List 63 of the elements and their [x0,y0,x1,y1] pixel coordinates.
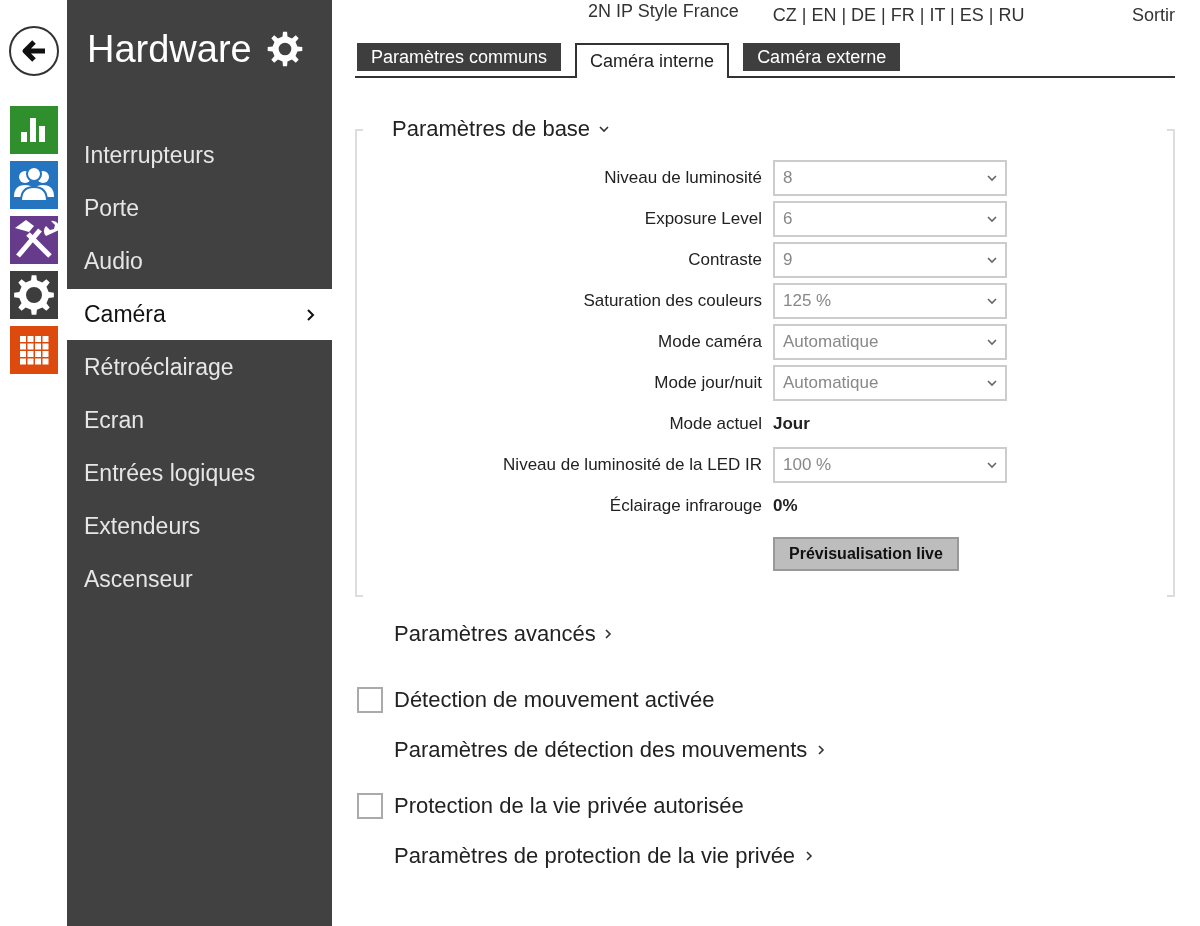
dropdown[interactable]: Automatique [773,324,1007,360]
dropdown[interactable]: 6 [773,201,1007,237]
logout-link[interactable]: Sortir [1132,0,1175,26]
chevron-down-icon [987,379,997,387]
chevron-right-icon [306,307,316,322]
dropdown[interactable]: Automatique [773,365,1007,401]
checkbox-label: Détection de mouvement activée [394,687,715,713]
checkbox[interactable] [357,793,383,819]
settings-link[interactable]: Paramètres de détection des mouvements [394,735,826,765]
field-label: Saturation des couleurs [582,291,762,311]
section-header[interactable]: Paramètres de base [392,104,610,154]
section-header[interactable]: Paramètres avancés [394,609,612,659]
menu-item[interactable]: Interrupteurs [67,130,332,181]
chevron-down-icon [987,297,997,305]
field-label: Niveau de luminosité de la LED IR [502,455,762,475]
chevron-down-icon [599,125,610,133]
dropdown[interactable]: 9 [773,242,1007,278]
bar-chart-icon[interactable] [9,106,58,154]
grid-icon[interactable] [9,326,58,374]
dropdown[interactable]: 125 % [773,283,1007,319]
checkbox-label: Protection de la vie privée autorisée [394,793,744,819]
menu-item[interactable]: Entrées logiques [67,448,332,499]
preview-button[interactable]: Prévisualisation live [773,537,959,571]
chevron-down-icon [987,461,997,469]
field-label: Éclairage infrarouge [608,496,762,516]
settings-icon[interactable] [9,271,58,319]
menu-item[interactable]: Audio [67,236,332,287]
menu-item[interactable]: Extendeurs [67,501,332,552]
field-label: Niveau de luminosité [603,168,762,188]
tab[interactable]: Caméra interne [575,43,730,78]
tools-icon[interactable] [9,216,58,264]
menu-item[interactable]: Porte [67,183,332,234]
back-arrow-icon [20,39,47,63]
chevron-down-icon [987,338,997,346]
chevron-right-icon [604,629,612,639]
section-title: Hardware [87,27,252,72]
chevron-down-icon [987,256,997,264]
dropdown[interactable]: 100 % [773,447,1007,483]
tab[interactable]: Paramètres communs [357,43,562,71]
language-links[interactable]: CZ | EN | DE | FR | IT | ES | RU [772,0,1025,26]
field-value: 0% [773,496,799,516]
tab[interactable]: Caméra externe [743,43,901,71]
chevron-right-icon [818,745,826,755]
field-label: Mode actuel [668,414,762,434]
field-label: Mode caméra [657,332,762,352]
menu-item[interactable]: Rétroéclairage [67,342,332,393]
field-label: Mode jour/nuit [653,373,762,393]
settings-link[interactable]: Paramètres de protection de la vie privée [394,841,814,871]
gear-icon [265,30,304,68]
people-icon[interactable] [9,161,58,209]
dropdown[interactable]: 8 [773,160,1007,196]
checkbox[interactable] [357,687,383,713]
menu-item[interactable]: Caméra [67,289,332,340]
field-label: Contraste [687,250,762,270]
menu-item[interactable]: Ascenseur [67,554,332,605]
chevron-right-icon [806,851,814,861]
field-label: Exposure Level [643,209,762,229]
device-name: 2N IP Style France [588,0,739,22]
chevron-down-icon [987,215,997,223]
back-button[interactable] [8,26,59,76]
menu-item[interactable]: Ecran [67,395,332,446]
chevron-down-icon [987,174,997,182]
field-value: Jour [773,414,811,434]
